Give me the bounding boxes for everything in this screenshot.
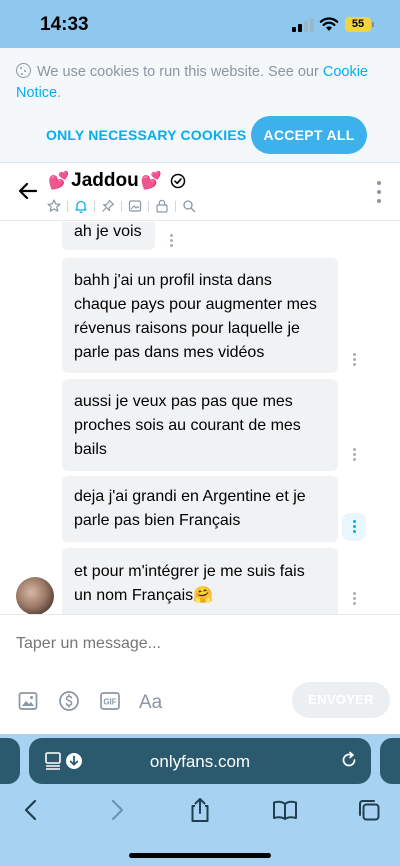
pin-icon[interactable] xyxy=(100,198,116,214)
chat-actions xyxy=(46,198,197,214)
message-input[interactable] xyxy=(16,635,376,653)
text-format-icon[interactable]: Aa xyxy=(139,689,163,713)
search-icon[interactable] xyxy=(181,198,197,214)
wifi-icon xyxy=(319,17,339,31)
divider xyxy=(67,200,68,212)
message-options-icon[interactable] xyxy=(353,448,357,462)
divider xyxy=(175,200,176,212)
chat-header: 💕 Jaddou 💕 xyxy=(0,163,400,221)
cookie-message: We use cookies to run this website. See … xyxy=(16,62,386,104)
cellular-signal-icon xyxy=(292,18,314,32)
svg-text:Aa: Aa xyxy=(139,692,163,713)
cookie-message-suffix: . xyxy=(57,85,62,101)
previous-tab[interactable] xyxy=(0,738,20,784)
chat-user-name[interactable]: 💕 Jaddou 💕 xyxy=(48,170,186,192)
media-icon[interactable] xyxy=(127,198,143,214)
status-time: 14:33 xyxy=(40,14,89,35)
message-list: ah je vois bahh j'ai un profil insta dan… xyxy=(0,222,400,614)
browser-nav xyxy=(0,790,400,838)
url-text: onlyfans.com xyxy=(149,752,251,771)
message-composer: GIF Aa ENVOYER xyxy=(0,614,400,734)
heart-emoji: 💕 xyxy=(48,171,70,190)
more-options-icon[interactable] xyxy=(376,181,382,203)
send-button[interactable]: ENVOYER xyxy=(292,682,390,718)
message-bubble[interactable]: deja j'ai grandi en Argentine et je parl… xyxy=(62,476,338,542)
svg-text:GIF: GIF xyxy=(103,698,116,707)
home-indicator xyxy=(129,853,271,858)
accept-all-cookies-button[interactable]: ACCEPT ALL xyxy=(251,116,367,154)
message-bubble[interactable]: et pour m'intégrer je me suis fais un no… xyxy=(62,548,338,614)
tab-strip: onlyfans.com xyxy=(0,738,400,788)
verified-icon xyxy=(170,173,186,189)
reload-icon[interactable] xyxy=(339,750,359,770)
cookie-banner: We use cookies to run this website. See … xyxy=(0,48,400,163)
divider xyxy=(94,200,95,212)
back-arrow-icon[interactable] xyxy=(16,179,40,203)
bookmarks-icon[interactable] xyxy=(271,796,299,824)
divider xyxy=(148,200,149,212)
message-options-icon[interactable] xyxy=(353,353,357,367)
lock-icon[interactable] xyxy=(154,198,170,214)
forward-icon[interactable] xyxy=(102,796,130,824)
message-options-icon[interactable] xyxy=(170,234,174,248)
next-tab[interactable] xyxy=(380,738,400,784)
composer-tools: GIF Aa xyxy=(16,689,163,713)
address-bar[interactable]: onlyfans.com xyxy=(29,738,371,784)
avatar[interactable] xyxy=(16,577,54,614)
message-bubble[interactable]: ah je vois xyxy=(62,222,155,250)
share-icon[interactable] xyxy=(186,796,214,824)
gif-icon[interactable]: GIF xyxy=(98,689,122,713)
cookie-message-text: We use cookies to run this website. See … xyxy=(37,64,319,80)
only-necessary-cookies-button[interactable]: ONLY NECESSARY COOKIES xyxy=(46,118,246,152)
cookie-icon xyxy=(16,63,31,78)
back-icon[interactable] xyxy=(18,796,46,824)
tabs-icon[interactable] xyxy=(355,796,383,824)
browser-toolbar: onlyfans.com xyxy=(0,734,400,866)
chat-user-name-text: Jaddou xyxy=(71,170,139,191)
message-bubble[interactable]: bahh j'ai un profil insta dans chaque pa… xyxy=(62,258,338,373)
bell-icon[interactable] xyxy=(73,198,89,214)
battery-indicator: 55 xyxy=(345,17,374,32)
message-options-icon[interactable] xyxy=(353,592,357,606)
message-options-icon[interactable] xyxy=(342,513,366,541)
heart-emoji: 💕 xyxy=(140,171,162,190)
star-icon[interactable] xyxy=(46,198,62,214)
image-icon[interactable] xyxy=(16,689,40,713)
message-bubble[interactable]: aussi je veux pas pas que mes proches so… xyxy=(62,379,338,471)
dollar-icon[interactable] xyxy=(57,689,81,713)
divider xyxy=(121,200,122,212)
status-bar: 14:33 55 xyxy=(0,0,400,48)
